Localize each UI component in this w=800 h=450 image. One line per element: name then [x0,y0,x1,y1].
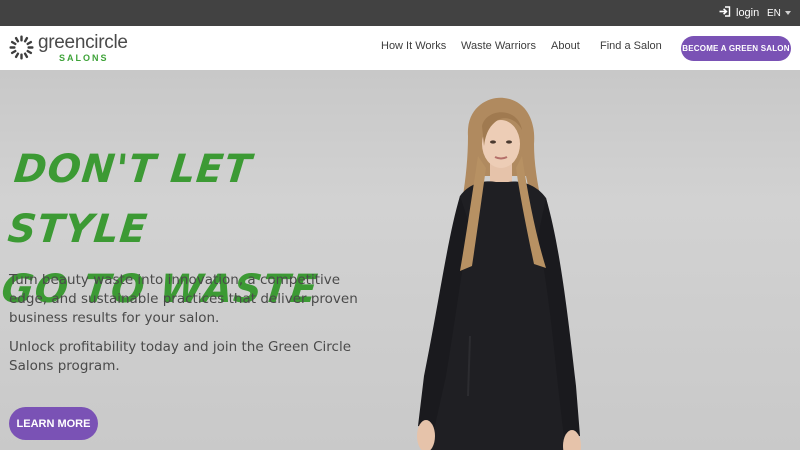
language-selector[interactable]: EN [767,6,791,20]
caret-down-icon [784,11,791,15]
login-link[interactable]: login [719,6,759,20]
nav-find-a-salon[interactable]: Find a Salon [600,40,662,52]
hero-person-image [417,97,581,450]
hero-paragraph-2: Unlock profitability today and join the … [9,339,352,374]
headline-line-1: DON'T LET STYLE [5,147,255,252]
logo-wordmark: greencircle [38,32,128,53]
nav-waste-warriors[interactable]: Waste Warriors [461,40,536,52]
hero-section: DON'T LET STYLE GO TO WASTE Turn beauty … [0,70,800,450]
login-icon [719,6,731,20]
learn-more-button[interactable]: LEARN MORE [9,407,98,440]
top-utility-bar: login EN [0,0,800,26]
become-green-salon-button[interactable]: BECOME A GREEN SALON [681,36,791,61]
logo-subtitle: SALONS [59,53,109,63]
nav-how-it-works[interactable]: How It Works [381,40,446,52]
logo-mark-icon [9,35,34,60]
main-navbar: greencircle SALONS How It Works Waste Wa… [0,26,800,70]
nav-about[interactable]: About [551,40,580,52]
site-logo[interactable]: greencircle SALONS [9,33,139,65]
hero-paragraph-1: Turn beauty waste into innovation, a com… [9,272,358,326]
login-label: login [736,7,760,19]
language-label: EN [767,7,781,19]
